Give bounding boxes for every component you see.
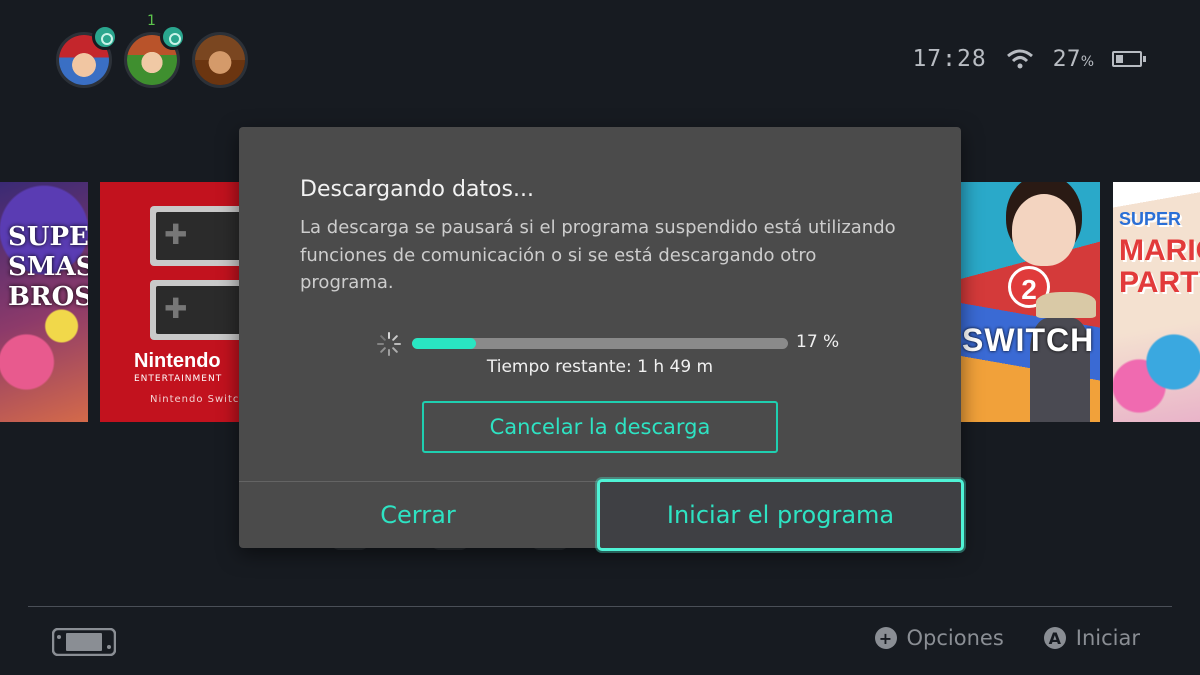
download-progress: 17 %: [375, 328, 845, 358]
notification-count: 1: [147, 13, 156, 29]
nes-controller-icon: [150, 206, 250, 266]
online-status-icon: [92, 24, 118, 50]
clock: 17:28: [912, 46, 987, 72]
progress-bar-fill: [412, 338, 476, 349]
user-avatars: [56, 32, 248, 88]
online-status-icon: [160, 24, 186, 50]
plus-button-icon: +: [874, 627, 897, 649]
nes-controller-icon: [150, 280, 250, 340]
mario-party-logo: SUPERMARIO PARTY: [1119, 209, 1200, 299]
footer-divider: [28, 606, 1172, 607]
dialog-message: La descarga se pausará si el programa su…: [300, 217, 896, 293]
smash-logo: SUPER SMASH BROS: [8, 222, 88, 312]
cowboy-hat-art: [1036, 292, 1096, 318]
game-tile-mario-party[interactable]: SUPERMARIO PARTY: [1113, 182, 1200, 422]
woman-face-art: [1012, 194, 1076, 266]
close-button[interactable]: Cerrar: [239, 482, 597, 548]
progress-percent: 17 %: [796, 332, 840, 352]
options-action[interactable]: + Opciones: [874, 626, 1004, 650]
game-tile-smash-bros[interactable]: SUPER SMASH BROS: [0, 182, 88, 422]
game-tile-nes[interactable]: Nintendo ENTERTAINMENT Nintendo Switch: [100, 182, 250, 422]
battery-icon: [1112, 51, 1146, 67]
battery-percent: 27%: [1052, 46, 1094, 72]
time-remaining: Tiempo restante: 1 h 49 m: [486, 357, 714, 377]
a-button-icon: A: [1043, 627, 1066, 649]
nes-online-label: Nintendo Switch: [150, 394, 247, 405]
donkey-kong-avatar-icon: [195, 35, 245, 85]
footer-actions: + Opciones A Iniciar: [874, 626, 1140, 650]
start-label: Iniciar: [1075, 626, 1140, 650]
options-label: Opciones: [906, 626, 1004, 650]
nes-subtitle: ENTERTAINMENT: [134, 374, 223, 384]
start-program-button[interactable]: Iniciar el programa: [597, 479, 964, 551]
download-dialog: Descargando datos... La descarga se paus…: [239, 127, 964, 551]
system-status: 17:28 27%: [912, 46, 1146, 72]
start-action[interactable]: A Iniciar: [1043, 626, 1140, 650]
dialog-title: Descargando datos...: [300, 177, 534, 202]
cancel-download-button[interactable]: Cancelar la descarga: [422, 401, 778, 453]
console-icon: [52, 628, 116, 656]
switch-logo-text: SWITCH: [962, 322, 1095, 358]
loading-spinner-icon: [377, 332, 401, 356]
game-tile-1-2-switch[interactable]: 2 SWITCH: [960, 182, 1100, 422]
user-avatar-donkey-kong[interactable]: [192, 32, 248, 88]
wifi-icon: [1006, 49, 1033, 69]
nes-title: Nintendo: [134, 350, 221, 372]
progress-bar: [412, 338, 788, 349]
